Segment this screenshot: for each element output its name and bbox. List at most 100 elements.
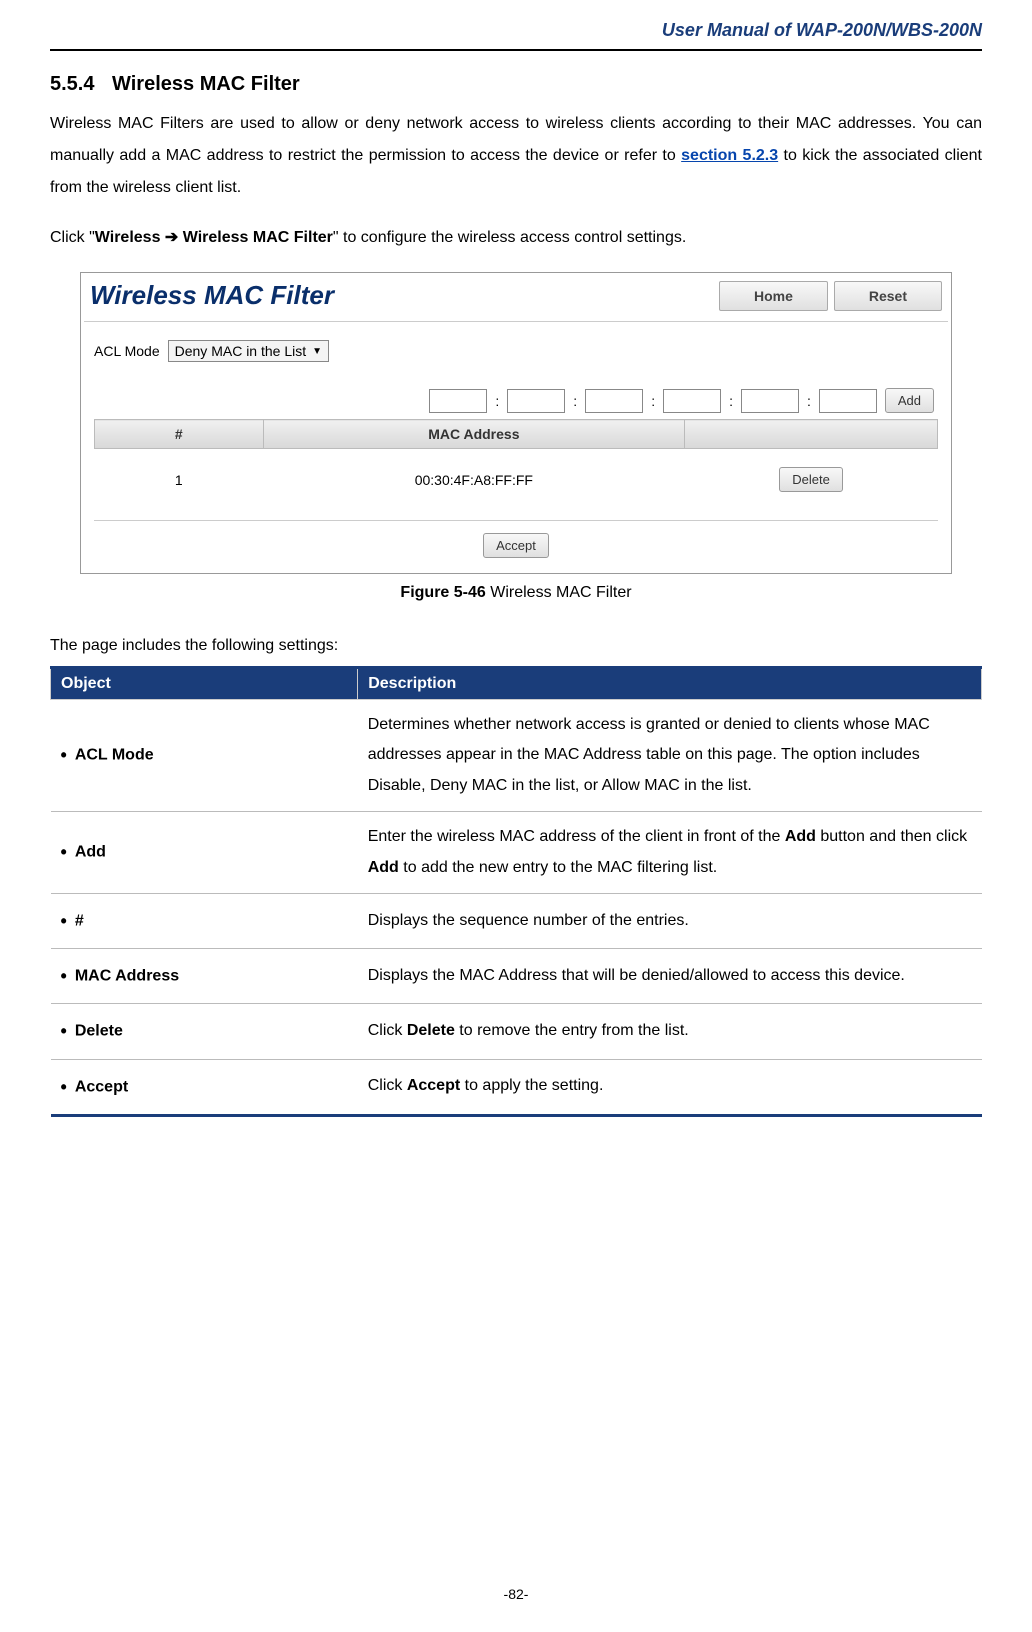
- mac-octet-3-input[interactable]: [585, 389, 643, 413]
- click-instruction: Click "Wireless ➔ Wireless MAC Filter" t…: [50, 222, 982, 254]
- settings-description-text: Click: [368, 1022, 407, 1039]
- acl-mode-row: ACL Mode Deny MAC in the List ▼: [94, 340, 938, 362]
- table-row: 1 00:30:4F:A8:FF:FF Delete: [95, 449, 938, 511]
- settings-description-text: to apply the setting.: [460, 1077, 603, 1094]
- home-button[interactable]: Home: [719, 281, 828, 311]
- bullet-icon: •: [61, 842, 67, 862]
- settings-row: •AcceptClick Accept to apply the setting…: [51, 1059, 982, 1115]
- settings-description-text: Accept: [407, 1077, 460, 1094]
- screenshot-header: Wireless MAC Filter Home Reset: [84, 276, 948, 322]
- header-divider: [50, 49, 982, 51]
- page-footer: -82-: [0, 1586, 1032, 1602]
- settings-description-text: to add the new entry to the MAC filterin…: [399, 859, 717, 876]
- settings-object-label: #: [75, 912, 84, 929]
- intro-paragraph: Wireless MAC Filters are used to allow o…: [50, 108, 982, 204]
- section-link[interactable]: section 5.2.3: [681, 147, 778, 164]
- bullet-icon: •: [61, 745, 67, 765]
- settings-description-text: Delete: [407, 1022, 455, 1039]
- settings-description-text: Add: [368, 859, 399, 876]
- settings-header-description: Description: [358, 668, 982, 700]
- accept-row: Accept: [94, 520, 938, 558]
- settings-header-object: Object: [51, 668, 358, 700]
- mac-octet-2-input[interactable]: [507, 389, 565, 413]
- settings-object-cell: • Delete: [51, 1004, 358, 1059]
- colon-separator: :: [801, 393, 817, 409]
- mac-filter-table: # MAC Address 1 00:30:4F:A8:FF:FF Delete: [94, 419, 938, 510]
- section-title-text: Wireless MAC Filter: [112, 73, 300, 95]
- figure-caption: Figure 5-46 Wireless MAC Filter: [50, 584, 982, 602]
- accept-button[interactable]: Accept: [483, 533, 549, 558]
- settings-description-text: Determines whether network access is gra…: [368, 716, 930, 794]
- arrow-icon: ➔: [165, 229, 178, 246]
- settings-description-text: Displays the MAC Address that will be de…: [368, 967, 905, 984]
- screenshot-body: ACL Mode Deny MAC in the List ▼ : : : : …: [84, 322, 948, 570]
- settings-intro: The page includes the following settings…: [50, 630, 982, 662]
- settings-description-cell: Enter the wireless MAC address of the cl…: [358, 812, 982, 894]
- row-action: Delete: [685, 449, 938, 511]
- settings-object-label: ACL Mode: [75, 747, 154, 764]
- delete-button[interactable]: Delete: [779, 467, 843, 492]
- click-suffix: " to configure the wireless access contr…: [333, 229, 686, 246]
- settings-description-cell: Click Delete to remove the entry from th…: [358, 1004, 982, 1059]
- settings-object-label: Delete: [75, 1023, 123, 1040]
- figure-label: Figure 5-46: [400, 584, 485, 601]
- bullet-icon: •: [61, 1021, 67, 1041]
- acl-mode-select[interactable]: Deny MAC in the List ▼: [168, 340, 329, 362]
- reset-button[interactable]: Reset: [834, 281, 942, 311]
- mac-input-row: : : : : : Add: [94, 388, 938, 413]
- acl-mode-label: ACL Mode: [94, 343, 160, 359]
- settings-object-label: MAC Address: [75, 967, 179, 984]
- settings-description-text: Displays the sequence number of the entr…: [368, 912, 689, 929]
- settings-object-label: Accept: [75, 1078, 128, 1095]
- settings-description-text: Click: [368, 1077, 407, 1094]
- col-header-action: [685, 420, 938, 449]
- doc-header: User Manual of WAP-200N/WBS-200N: [50, 0, 982, 49]
- colon-separator: :: [723, 393, 739, 409]
- settings-object-cell: • Add: [51, 812, 358, 894]
- settings-description-text: to remove the entry from the list.: [455, 1022, 689, 1039]
- settings-description-text: Enter the wireless MAC address of the cl…: [368, 828, 785, 845]
- settings-description-text: button and then click: [816, 828, 967, 845]
- section-number: 5.5.4: [50, 73, 94, 95]
- click-bold2: Wireless MAC Filter: [178, 229, 333, 246]
- settings-row: •DeleteClick Delete to remove the entry …: [51, 1004, 982, 1059]
- figure-text: Wireless MAC Filter: [486, 584, 632, 601]
- row-number: 1: [95, 449, 264, 511]
- bullet-icon: •: [61, 911, 67, 931]
- mac-octet-4-input[interactable]: [663, 389, 721, 413]
- settings-table: Object Description • ACL Mode Determines w…: [50, 666, 982, 1117]
- settings-description-cell: Determines whether network access is gra…: [358, 700, 982, 812]
- colon-separator: :: [489, 393, 505, 409]
- bullet-icon: •: [61, 966, 67, 986]
- settings-object-cell: • ACL Mode: [51, 700, 358, 812]
- colon-separator: :: [567, 393, 583, 409]
- settings-object-cell: • Accept: [51, 1059, 358, 1115]
- colon-separator: :: [645, 393, 661, 409]
- mac-octet-1-input[interactable]: [429, 389, 487, 413]
- settings-object-cell: • MAC Address: [51, 949, 358, 1004]
- acl-mode-value: Deny MAC in the List: [175, 343, 307, 359]
- section-heading: 5.5.4 Wireless MAC Filter: [50, 73, 982, 96]
- settings-description-cell: Displays the MAC Address that will be de…: [358, 949, 982, 1004]
- settings-row: •#Displays the sequence number of the en…: [51, 893, 982, 948]
- settings-row: •AddEnter the wireless MAC address of th…: [51, 812, 982, 894]
- screenshot-container: Wireless MAC Filter Home Reset ACL Mode …: [80, 272, 952, 574]
- settings-description-cell: Click Accept to apply the setting.: [358, 1059, 982, 1115]
- click-bold1: Wireless: [95, 229, 165, 246]
- settings-row: • MAC Address Displays the MAC Address tha…: [51, 949, 982, 1004]
- mac-octet-5-input[interactable]: [741, 389, 799, 413]
- settings-object-label: Add: [75, 844, 106, 861]
- mac-octet-6-input[interactable]: [819, 389, 877, 413]
- screenshot-header-buttons: Home Reset: [719, 281, 942, 311]
- settings-row: • ACL Mode Determines whether network acce…: [51, 700, 982, 812]
- screenshot-title: Wireless MAC Filter: [90, 280, 334, 311]
- bullet-icon: •: [61, 1077, 67, 1097]
- row-mac: 00:30:4F:A8:FF:FF: [263, 449, 685, 511]
- col-header-number: #: [95, 420, 264, 449]
- settings-object-cell: •#: [51, 893, 358, 948]
- settings-description-text: Add: [785, 828, 816, 845]
- add-button[interactable]: Add: [885, 388, 934, 413]
- chevron-down-icon: ▼: [312, 346, 322, 357]
- settings-description-cell: Displays the sequence number of the entr…: [358, 893, 982, 948]
- col-header-mac: MAC Address: [263, 420, 685, 449]
